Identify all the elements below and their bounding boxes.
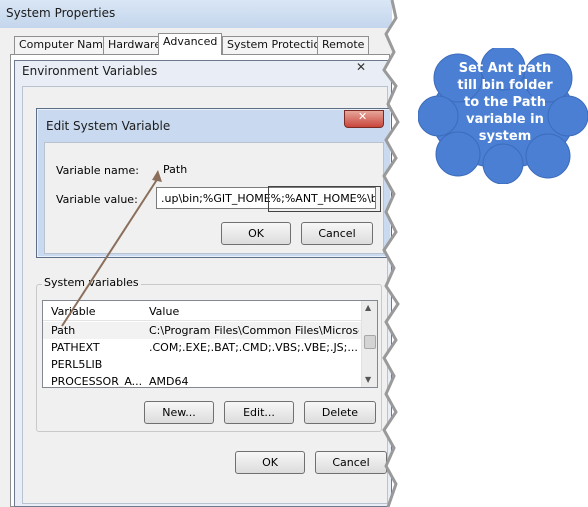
scroll-down-icon[interactable]: ▼ xyxy=(365,375,371,384)
new-button[interactable]: New... xyxy=(144,401,214,424)
edit-cancel-button[interactable]: Cancel xyxy=(301,222,373,245)
callout-line: variable in xyxy=(466,112,544,127)
variable-name-label: Variable name: xyxy=(56,164,139,177)
highlight-box xyxy=(268,186,381,212)
delete-button[interactable]: Delete xyxy=(304,401,376,424)
system-properties-title: System Properties xyxy=(6,6,116,20)
table-row[interactable]: Path C:\Program Files\Common Files\Micro… xyxy=(43,322,361,339)
callout-line: system xyxy=(478,129,532,144)
scroll-up-icon[interactable]: ▲ xyxy=(365,303,371,312)
tab-hardware[interactable]: Hardware xyxy=(103,36,167,54)
ok-button[interactable]: OK xyxy=(235,451,305,474)
environment-variables-title: Environment Variables xyxy=(22,64,158,78)
row-value: C:\Program Files\Common Files\Microsof..… xyxy=(149,324,359,337)
row-variable: PROCESSOR_A... xyxy=(51,375,143,388)
list-header: Variable Value xyxy=(43,301,361,321)
column-header-variable[interactable]: Variable xyxy=(51,305,96,318)
edit-dialog-title: Edit System Variable xyxy=(46,119,171,133)
row-variable: Path xyxy=(51,324,76,337)
variable-value-label: Variable value: xyxy=(56,193,138,206)
callout-line: till bin folder xyxy=(457,78,553,93)
table-row[interactable]: PATHEXT .COM;.EXE;.BAT;.CMD;.VBS;.VBE;.J… xyxy=(43,339,361,356)
variable-name-value: Path xyxy=(163,163,188,176)
tab-advanced[interactable]: Advanced xyxy=(158,33,223,55)
row-variable: PATHEXT xyxy=(51,341,100,354)
column-header-value[interactable]: Value xyxy=(149,305,179,318)
tab-system-protection[interactable]: System Protection xyxy=(222,36,333,54)
system-variables-label: System variables xyxy=(42,276,141,289)
tab-computer-name[interactable]: Computer Name xyxy=(14,36,115,54)
edit-button[interactable]: Edit... xyxy=(224,401,294,424)
close-icon[interactable]: ✕ xyxy=(356,60,366,74)
row-value: AMD64 xyxy=(149,375,189,388)
variable-name-field[interactable]: Path xyxy=(156,158,376,180)
row-value: .COM;.EXE;.BAT;.CMD;.VBS;.VBE;.JS;.... xyxy=(149,341,359,354)
callout-line: to the Path xyxy=(464,95,546,110)
row-variable: PERL5LIB xyxy=(51,358,103,371)
system-variables-list[interactable]: Variable Value Path C:\Program Files\Com… xyxy=(42,300,378,388)
edit-ok-button[interactable]: OK xyxy=(221,222,291,245)
callout-line: Set Ant path xyxy=(458,61,552,76)
callout-text: Set Ant path till bin folder to the Path… xyxy=(432,60,578,145)
close-icon[interactable]: ✕ xyxy=(358,110,367,123)
table-row[interactable]: PERL5LIB xyxy=(43,356,361,373)
tab-remote[interactable]: Remote xyxy=(317,36,370,54)
table-row[interactable]: PROCESSOR_A... AMD64 xyxy=(43,373,361,388)
